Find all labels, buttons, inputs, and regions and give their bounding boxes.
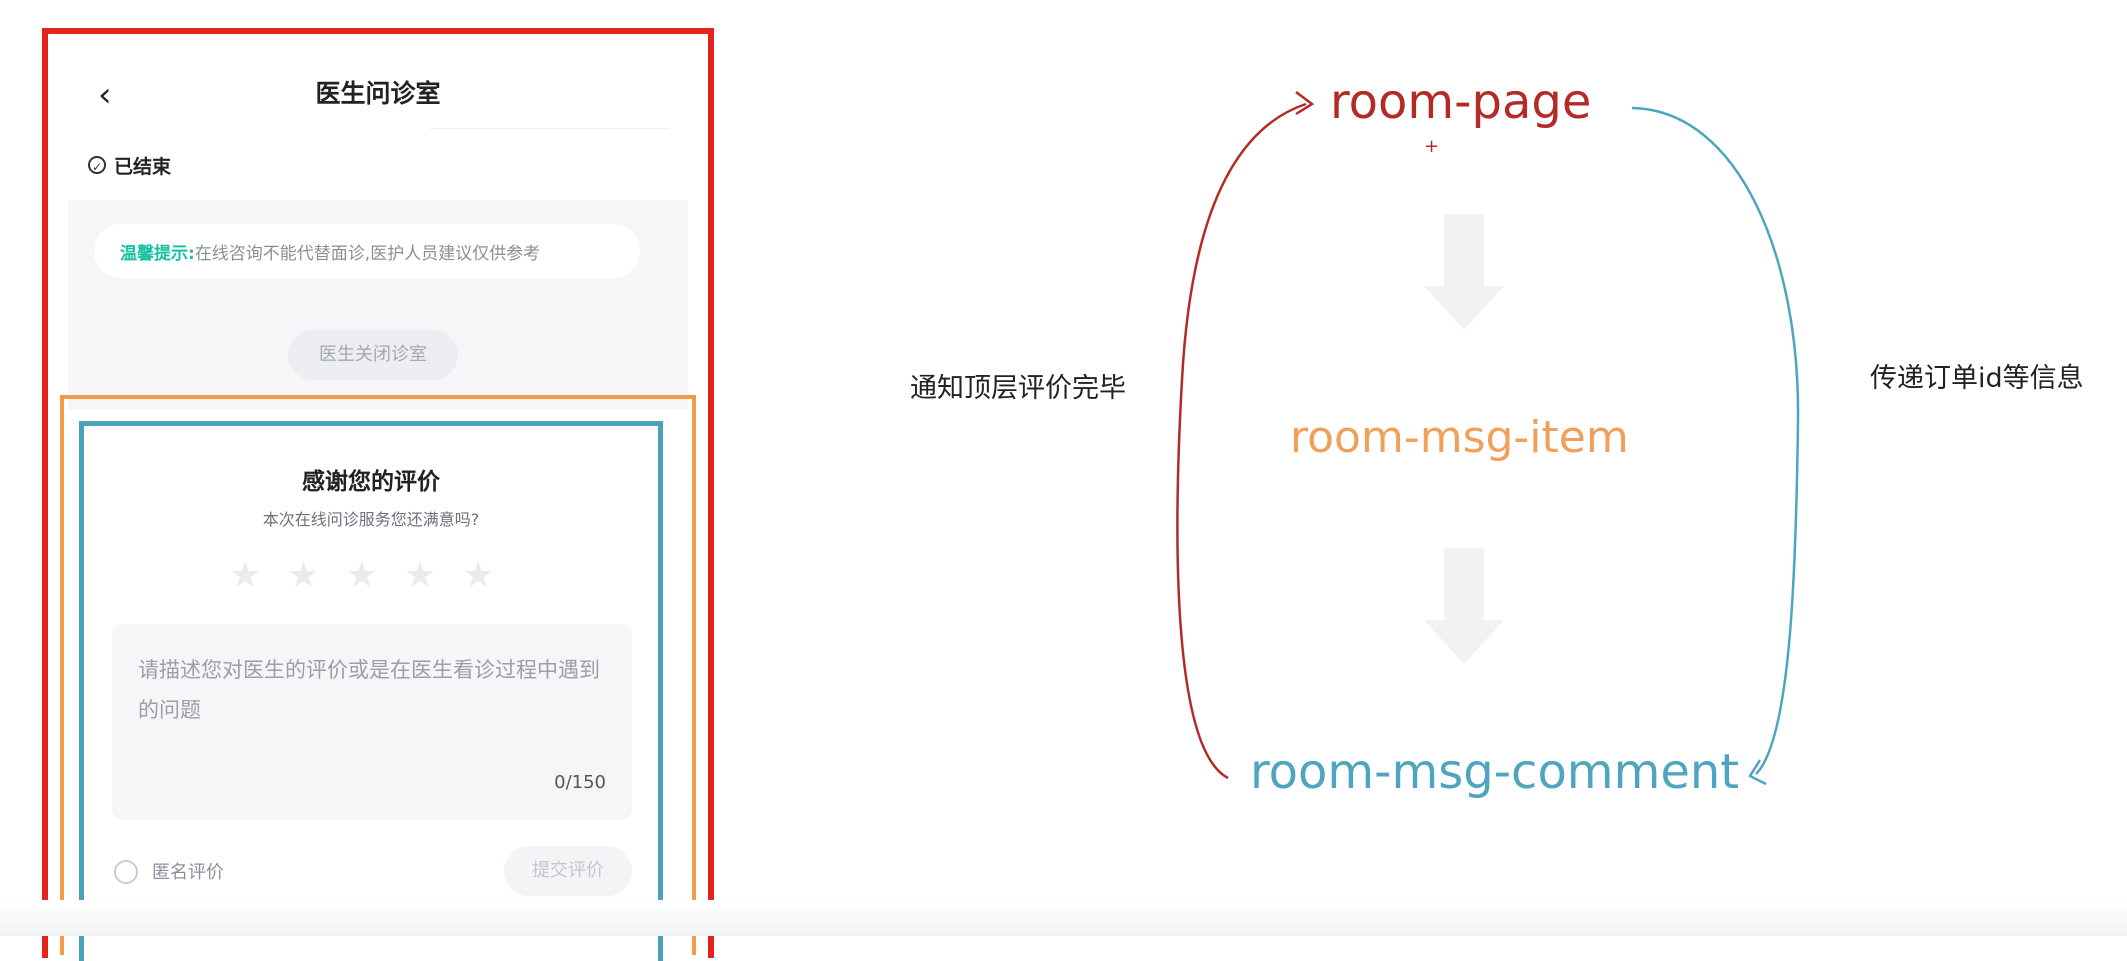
flow-diagram <box>1176 91 1800 786</box>
node-room-msg-comment: room-msg-comment <box>1250 744 1740 800</box>
stage: ‹ 医生问诊室 ✓ 已结束 温馨提示: 在线咨询不能代替面诊,医护人员建议仅供参… <box>0 0 2127 961</box>
down-arrow-icon <box>1424 548 1504 664</box>
node-room-page: room-page <box>1330 74 1592 130</box>
plus-mark: + <box>1424 136 1440 157</box>
label-notify: 通知顶层评价完毕 <box>910 373 1126 404</box>
node-room-msg-item: room-msg-item <box>1290 412 1629 463</box>
label-pass: 传递订单id等信息 <box>1870 363 2084 394</box>
notify-arrowhead <box>1295 91 1315 116</box>
down-arrow-icon <box>1424 214 1504 330</box>
pass-arrow <box>1631 106 1800 775</box>
notify-arrow <box>1176 102 1307 780</box>
